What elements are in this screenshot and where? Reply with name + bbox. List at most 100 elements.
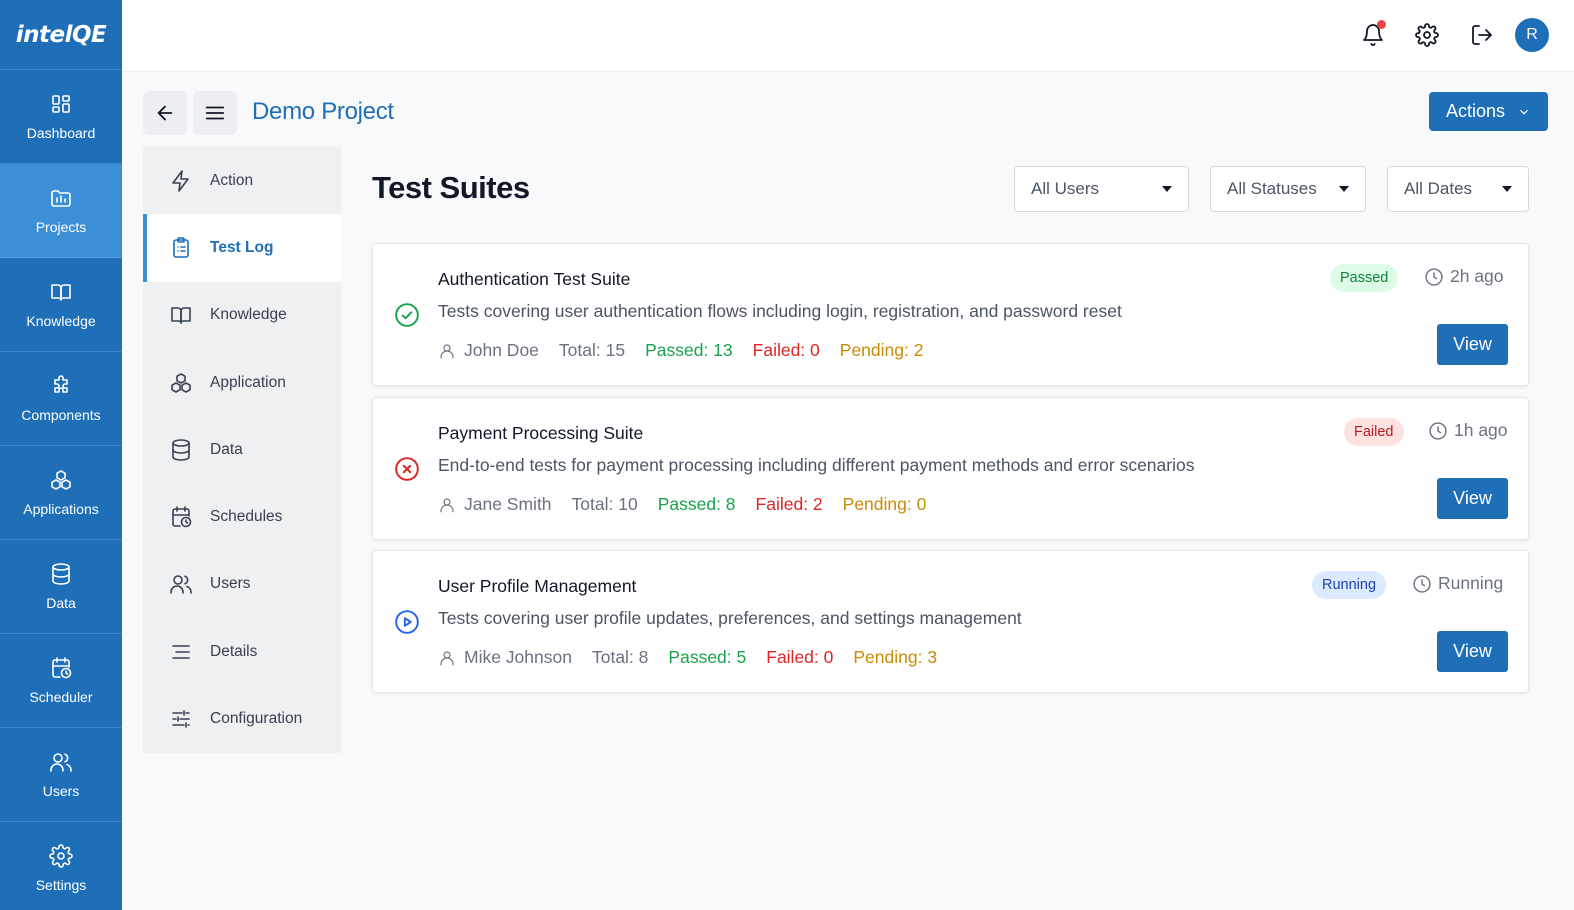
subnav-item-test-log[interactable]: Test Log [143, 214, 341, 282]
suite-failed: Failed: 0 [766, 647, 834, 667]
view-button[interactable]: View [1437, 324, 1508, 365]
subnav-item-action[interactable]: Action [143, 147, 341, 214]
subnav-item-label: Configuration [210, 710, 303, 728]
puzzle-icon [54, 375, 68, 393]
settings-button[interactable] [1412, 20, 1442, 50]
sliders-icon [172, 710, 190, 728]
cubes-icon [171, 372, 191, 393]
sidebar-item-label: Dashboard [26, 125, 96, 141]
check-circle-icon [394, 302, 420, 328]
logout-icon [1472, 25, 1492, 45]
subnav-item-configuration[interactable]: Configuration [143, 685, 341, 752]
suite-meta: John Doe Total: 15 Passed: 13 Failed: 0 … [438, 340, 923, 361]
suite-time: 2h ago [1424, 266, 1504, 287]
view-button[interactable]: View [1437, 478, 1508, 519]
filter-dates-select[interactable]: All Dates [1387, 166, 1529, 212]
subnav-item-data[interactable]: Data [143, 416, 341, 483]
menu-toggle-button[interactable] [193, 91, 237, 135]
status-badge: Running [1312, 571, 1387, 599]
actions-dropdown-button[interactable]: Actions [1429, 92, 1548, 131]
sidebar-item-label: Knowledge [26, 313, 96, 329]
logo-text: intelQE [15, 21, 107, 48]
clock-icon [1425, 267, 1443, 286]
calendar-clock-icon [52, 657, 72, 679]
suite-title: Payment Processing Suite [438, 423, 644, 443]
filter-value: All Statuses [1227, 179, 1317, 198]
app-logo[interactable]: intelQE [0, 0, 122, 70]
suite-time: Running [1412, 573, 1503, 594]
subnav-item-schedules[interactable]: Schedules [143, 483, 341, 550]
suite-total: Total: 10 [571, 494, 638, 514]
suite-passed: Passed: 13 [645, 340, 733, 360]
sidebar-item-data[interactable]: Data [0, 540, 122, 634]
suite-passed: Passed: 5 [668, 647, 747, 667]
sidebar-item-settings[interactable]: Settings [0, 822, 122, 910]
database-icon [52, 563, 70, 585]
suite-pending: Pending: 0 [842, 494, 927, 514]
project-subnav: Action Test Log Knowledge Application Da… [143, 147, 341, 753]
cubes-icon [51, 470, 71, 490]
dashboard-icon [52, 95, 70, 113]
suite-pending: Pending: 2 [839, 340, 924, 360]
suite-failed: Failed: 0 [752, 340, 820, 360]
sidebar-item-users[interactable]: Users [0, 728, 122, 822]
subnav-item-label: Users [210, 575, 251, 593]
clock-icon [1413, 574, 1431, 593]
test-suite-card: User Profile Management Tests covering u… [372, 550, 1529, 693]
status-badge: Passed [1330, 264, 1399, 292]
suite-owner-name: Mike Johnson [464, 647, 572, 667]
sidebar-item-projects[interactable]: Projects [0, 164, 122, 258]
caret-down-icon [1162, 186, 1172, 192]
suite-time-text: Running [1438, 573, 1504, 593]
user-avatar[interactable]: R [1515, 18, 1549, 52]
subnav-item-application[interactable]: Application [143, 349, 341, 416]
sidebar-item-label: Projects [35, 219, 87, 235]
subnav-item-users[interactable]: Users [143, 551, 341, 618]
sidebar-item-applications[interactable]: Applications [0, 446, 122, 540]
test-suite-card: Authentication Test Suite Tests covering… [372, 243, 1529, 386]
sidebar-item-label: Scheduler [29, 689, 93, 705]
gear-icon [49, 844, 73, 868]
bolt-icon [172, 169, 189, 192]
database-icon [172, 439, 190, 461]
suite-owner-name: Jane Smith [464, 494, 552, 514]
sidebar-item-label: Applications [23, 501, 99, 517]
suite-owner: Mike Johnson [438, 647, 572, 668]
logout-button[interactable] [1467, 20, 1497, 50]
suite-time-text: 2h ago [1450, 266, 1504, 286]
x-circle-icon [394, 456, 420, 482]
suite-description: End-to-end tests for payment processing … [438, 455, 1195, 475]
subnav-item-knowledge[interactable]: Knowledge [143, 282, 341, 349]
status-badge: Failed [1344, 418, 1404, 446]
suite-meta: Mike Johnson Total: 8 Passed: 5 Failed: … [438, 647, 937, 668]
users-icon [50, 753, 72, 772]
test-suite-card: Payment Processing Suite End-to-end test… [372, 397, 1529, 540]
suite-owner: John Doe [438, 340, 539, 361]
lines-icon [172, 644, 190, 659]
calendar-clock-icon [172, 506, 192, 528]
filter-users-select[interactable]: All Users [1014, 166, 1189, 212]
sidebar-item-dashboard[interactable]: Dashboard [0, 70, 122, 164]
view-button[interactable]: View [1437, 631, 1508, 672]
gear-icon [1415, 23, 1439, 47]
sidebar-item-knowledge[interactable]: Knowledge [0, 258, 122, 352]
subnav-item-details[interactable]: Details [143, 618, 341, 685]
subnav-item-label: Test Log [210, 238, 274, 256]
filter-statuses-select[interactable]: All Statuses [1210, 166, 1366, 212]
sidebar-item-components[interactable]: Components [0, 352, 122, 446]
back-button[interactable] [143, 91, 187, 135]
arrow-left-icon [157, 105, 173, 121]
subnav-item-label: Application [210, 373, 286, 391]
suite-passed: Passed: 8 [657, 494, 736, 514]
suite-title: User Profile Management [438, 576, 637, 596]
hamburger-icon [205, 106, 225, 120]
sidebar-item-scheduler[interactable]: Scheduler [0, 634, 122, 728]
suite-time-text: 1h ago [1454, 420, 1508, 440]
subnav-item-label: Schedules [210, 508, 283, 526]
sidebar-item-label: Users [42, 783, 80, 799]
chevron-down-icon [1520, 109, 1528, 115]
top-bar: R [122, 0, 1574, 72]
notifications-button[interactable] [1358, 20, 1388, 50]
suite-meta: Jane Smith Total: 10 Passed: 8 Failed: 2… [438, 494, 926, 515]
subnav-item-label: Knowledge [210, 306, 287, 324]
